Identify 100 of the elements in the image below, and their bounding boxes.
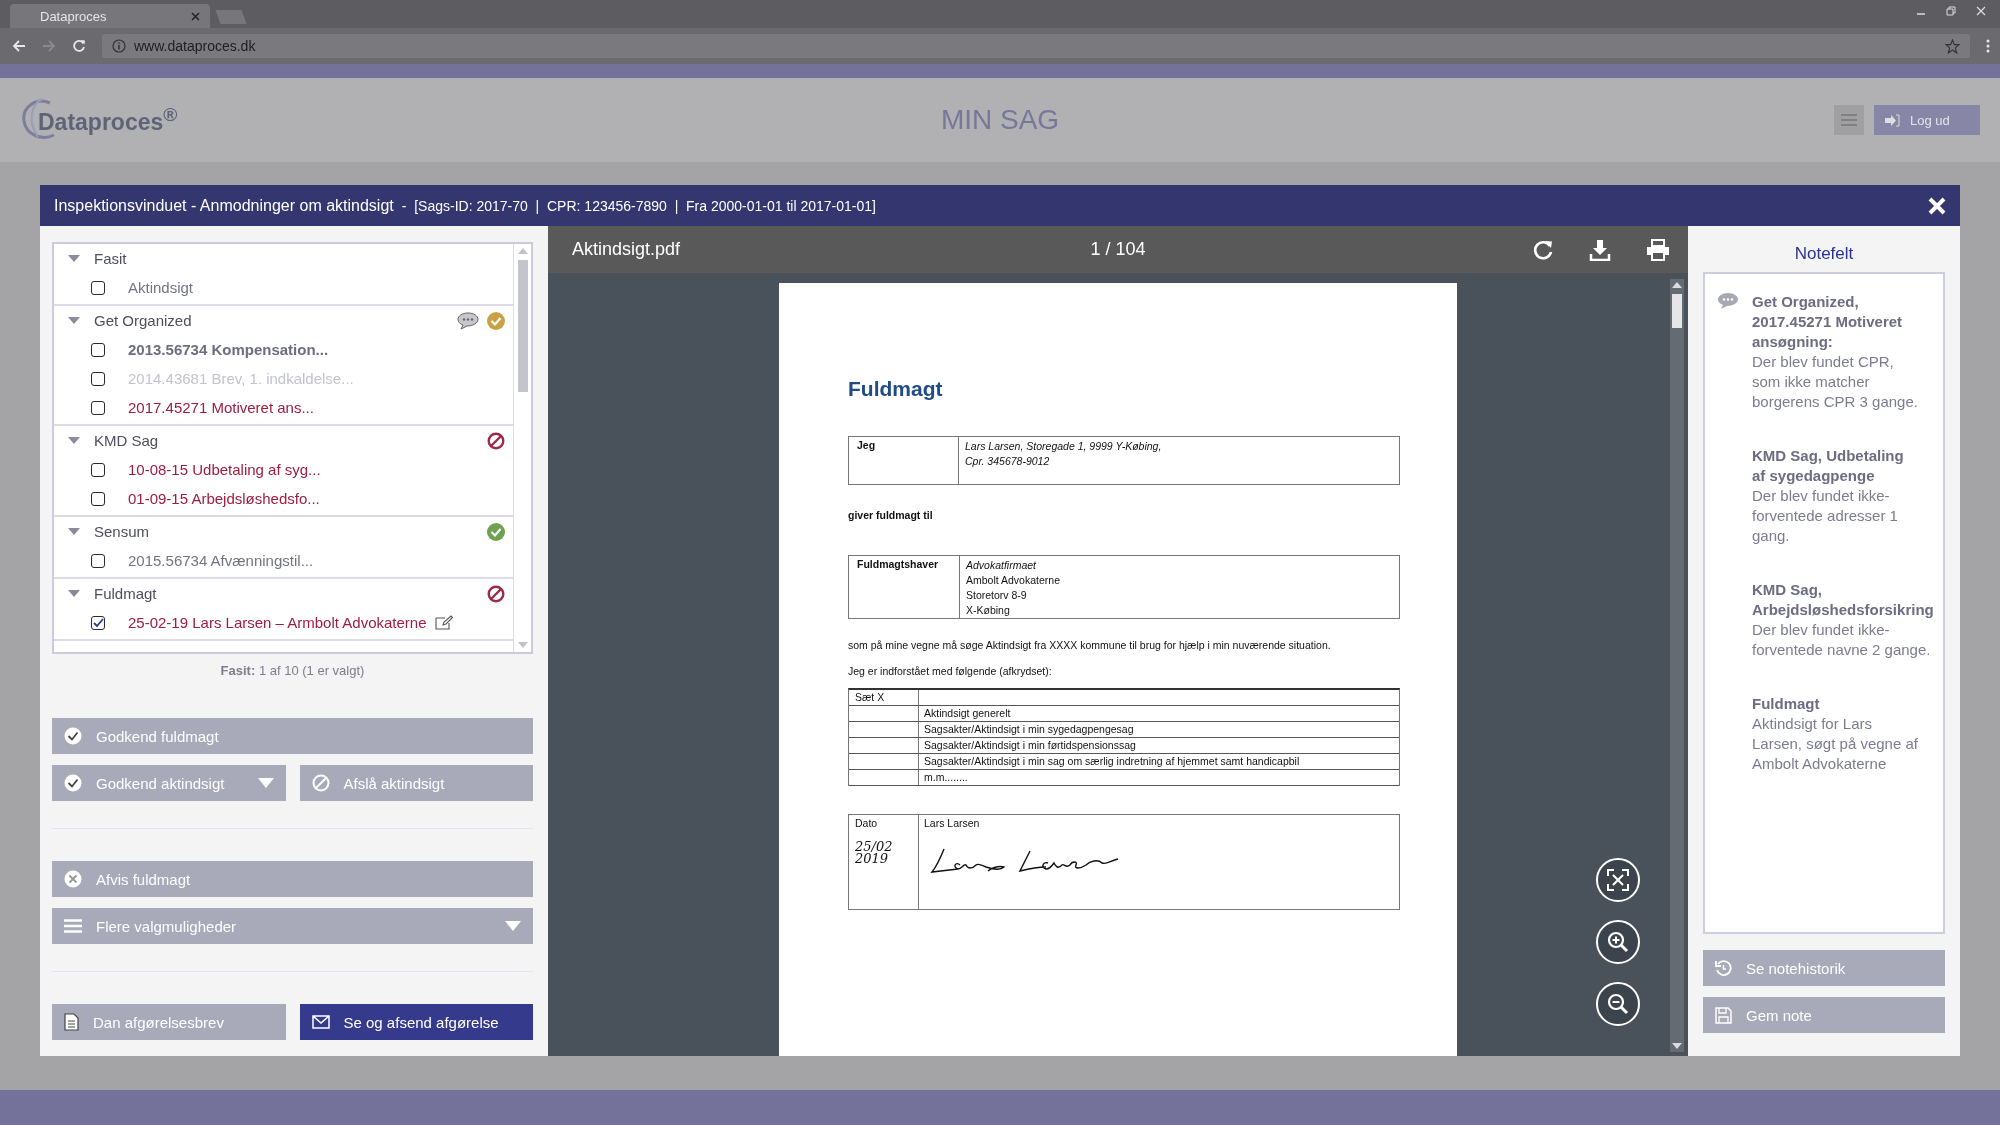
action-button[interactable]: Se og afsend afgørelse — [299, 1004, 533, 1040]
check-circle-icon — [64, 727, 82, 745]
document-icon — [64, 1013, 79, 1031]
scroll-thumb[interactable] — [1672, 294, 1682, 328]
note-heading: KMD Sag, Udbetaling af sygedagpenge — [1752, 446, 1905, 486]
note-heading: Get Organized, 2017.45271 Motiveret ansøgning: — [1752, 292, 1904, 352]
table-cell: Sagsakter/Aktindsigt i min førtidspensionssag — [924, 739, 1136, 751]
edit-icon[interactable] — [434, 615, 453, 630]
checkbox[interactable] — [91, 615, 105, 630]
comment-icon[interactable] — [457, 311, 479, 330]
checkbox[interactable] — [91, 553, 105, 568]
note-heading: Fuldmagt — [1752, 694, 1821, 714]
document-text: som på mine vegne må søge Aktindsigt fra XXXX kommune til brug for hjælp i min nuværende situation. — [848, 639, 1332, 651]
field-label: Dato — [855, 817, 879, 829]
logout-button[interactable]: Log ud — [1874, 105, 1980, 135]
dialog-title: Inspektionsvinduet - Anmodninger om aktindsigt — [54, 196, 394, 215]
checkbox[interactable] — [91, 462, 105, 477]
fit-page-button[interactable] — [1596, 858, 1640, 902]
rotate-icon[interactable] — [1532, 238, 1554, 261]
print-icon[interactable] — [1646, 238, 1670, 261]
reload-icon[interactable] — [72, 39, 86, 53]
back-icon[interactable] — [12, 39, 26, 53]
fit-page-icon — [1607, 869, 1629, 891]
info-icon[interactable] — [112, 39, 126, 53]
group-label[interactable]: Sensum — [94, 523, 150, 540]
group-label[interactable]: Fasit — [94, 250, 127, 267]
note-text: Aktindsigt for Lars Larsen, søgt på vegne af Ambolt Advokaterne — [1752, 714, 1919, 774]
zoom-in-button[interactable] — [1596, 920, 1640, 964]
field-value: X-Købing — [966, 603, 1011, 618]
page-title: MIN SAG — [940, 104, 1060, 136]
note-text: Der blev fundet ikke-forventede navne 2 gange. — [1752, 620, 1932, 660]
document-item[interactable]: 10-08-15 Udbetaling af syg... — [128, 461, 321, 478]
document-text: giver fuldmagt til — [848, 509, 934, 521]
table-cell: m.m........ — [924, 771, 968, 783]
restore-icon[interactable] — [1946, 6, 1956, 16]
checkbox[interactable] — [91, 342, 105, 357]
field-value: Ambolt Advokaterne — [966, 573, 1060, 588]
checkbox[interactable] — [91, 400, 105, 415]
zoom-out-icon — [1607, 993, 1629, 1015]
document-item[interactable]: 2013.56734 Kompensation... — [128, 341, 329, 358]
checkbox[interactable] — [91, 371, 105, 386]
zoom-out-button[interactable] — [1596, 982, 1640, 1026]
note-text: Der blev fundet CPR, som ikke matcher borgerens CPR 3 gange. — [1752, 352, 1919, 412]
menu-icon — [64, 919, 82, 933]
tab-title: Dataproces — [40, 8, 108, 24]
more-icon[interactable] — [1986, 39, 1990, 53]
expand-caret-icon[interactable] — [68, 316, 80, 325]
case-info: - [Sags-ID: 2017-70 | CPR: 123456-7890 | Fra 2000-01-01 til 2017-01-01] — [401, 197, 876, 214]
checkbox[interactable] — [91, 491, 105, 506]
forbid-icon — [487, 584, 505, 603]
document-item[interactable]: 01-09-15 Arbejdsløshedsfo... — [128, 490, 320, 507]
expand-caret-icon[interactable] — [68, 254, 80, 263]
url-text: www.dataproces.dk — [134, 38, 257, 54]
handwritten-date: 25/02 — [855, 841, 894, 853]
scrollbar[interactable] — [1670, 279, 1684, 1052]
menu-icon — [1841, 114, 1857, 126]
handwritten-date: 2019 — [855, 853, 889, 865]
expand-caret-icon[interactable] — [68, 436, 80, 445]
document-item[interactable]: Aktindsigt — [128, 279, 194, 296]
check-circle-icon — [487, 522, 505, 541]
scroll-down-icon[interactable] — [1672, 1043, 1682, 1049]
document-item[interactable]: 2015.56734 Afvænningstil... — [128, 552, 314, 569]
document-item[interactable]: 25-02-19 Lars Larsen – Armbolt Advokaterne — [128, 614, 427, 631]
file-name: Aktindsigt.pdf — [572, 239, 681, 260]
field-label: Lars Larsen — [924, 817, 981, 829]
star-icon[interactable] — [1945, 38, 1960, 54]
document-item[interactable]: 2017.45271 Motiveret ans... — [128, 399, 314, 416]
expand-caret-icon[interactable] — [68, 527, 80, 536]
scroll-up-icon[interactable] — [1672, 282, 1682, 288]
group-label[interactable]: Fuldmagt — [94, 585, 157, 602]
cross-circle-icon — [64, 870, 82, 888]
address-bar[interactable]: www.dataproces.dk — [102, 34, 1970, 58]
check-circle-icon — [64, 774, 82, 792]
forbid-icon — [487, 431, 505, 450]
note-text: Der blev fundet ikke-forventede adresser 1 gang. — [1752, 486, 1899, 546]
group-label[interactable]: KMD Sag — [94, 432, 159, 449]
selection-summary: Fasit: 1 af 10 (1 er valgt) — [219, 663, 366, 678]
field-label: Fuldmagtshaver — [857, 558, 939, 570]
table-header: Sæt X — [855, 691, 885, 703]
field-value: Storetorv 8-9 — [966, 588, 1028, 603]
browser-tab[interactable]: Dataproces — [10, 4, 210, 28]
field-value: Lars Larsen, Storegade 1, 9999 Y-Købing, — [965, 439, 1162, 454]
table-cell: Sagsakter/Aktindsigt i min sag om særlig indretning af hjemmet samt handicapbil — [924, 755, 1300, 767]
page-counter: 1 / 104 — [1090, 239, 1146, 260]
check-circle-icon — [487, 311, 505, 330]
checkbox[interactable] — [91, 280, 105, 295]
scrollbar[interactable] — [513, 244, 531, 652]
document-title: Fuldmagt — [848, 377, 944, 401]
expand-caret-icon[interactable] — [68, 589, 80, 598]
logo-text: Dataproces$^{®}$ — [38, 104, 178, 136]
field-value: Advokatfirmaet — [966, 558, 1038, 573]
envelope-icon — [311, 1015, 330, 1029]
group-label[interactable]: Get Organized — [94, 312, 192, 329]
field-value: Cpr. 345678-9012 — [965, 454, 1051, 469]
forbid-icon — [311, 774, 330, 792]
history-icon — [1715, 959, 1732, 977]
download-icon[interactable] — [1589, 238, 1611, 261]
note-heading: KMD Sag, Arbejdsløshedsforsikring — [1752, 580, 1934, 620]
table-cell: Sagsakter/Aktindsigt i min sygedagpengesag — [924, 723, 1134, 735]
scroll-thumb[interactable] — [517, 260, 528, 392]
